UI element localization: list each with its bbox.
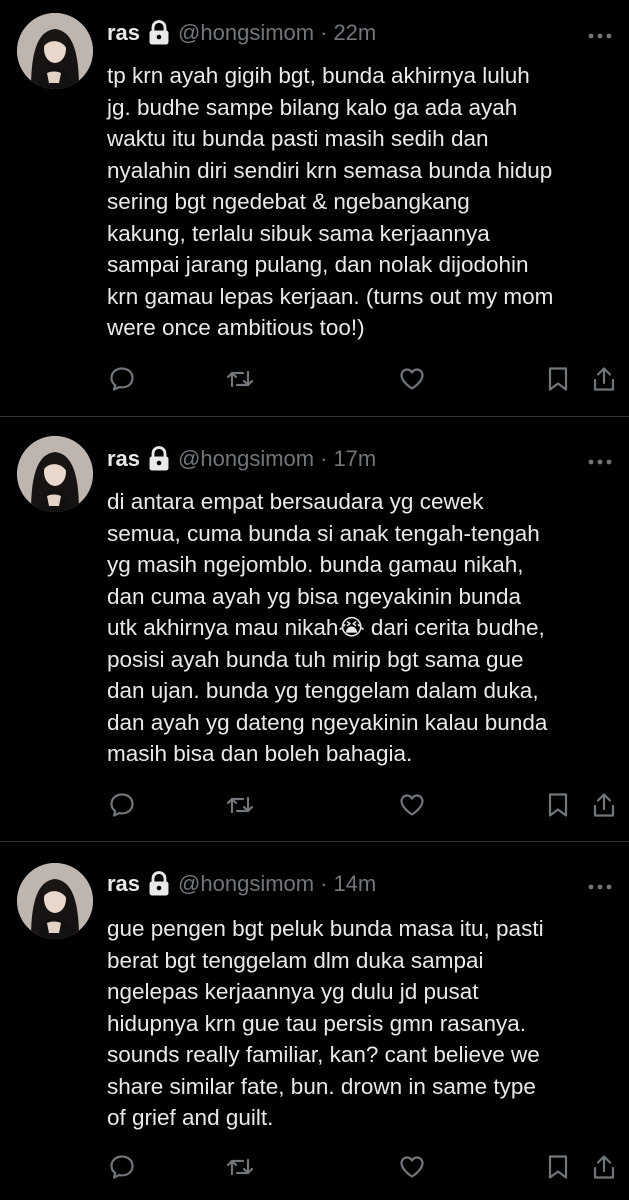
retweet-button[interactable] xyxy=(225,362,255,396)
heart-icon xyxy=(400,368,424,390)
bookmark-button[interactable] xyxy=(543,1150,573,1184)
lock-icon xyxy=(148,20,170,46)
tweet-header: ras @hongsimom · 17m xyxy=(107,439,376,479)
avatar[interactable] xyxy=(17,436,93,512)
reply-button[interactable] xyxy=(107,788,137,822)
share-button[interactable] xyxy=(589,362,619,396)
tweet-text: tp krn ayah gigih bgt, bunda akhirnya lu… xyxy=(107,63,554,340)
tweet-actions xyxy=(107,1150,617,1184)
reply-icon xyxy=(110,367,134,391)
divider xyxy=(0,416,629,417)
display-name[interactable]: ras xyxy=(107,871,140,897)
tweet-actions xyxy=(107,788,617,822)
divider xyxy=(0,841,629,842)
tweet-header: ras @hongsimom · 14m xyxy=(107,864,376,904)
more-icon[interactable] xyxy=(587,454,613,465)
tweet-header: ras @hongsimom · 22m xyxy=(107,13,376,53)
avatar-image xyxy=(17,13,93,89)
avatar[interactable] xyxy=(17,13,93,89)
share-icon xyxy=(593,1155,615,1179)
retweet-button[interactable] xyxy=(225,788,255,822)
bookmark-button[interactable] xyxy=(543,788,573,822)
avatar-image xyxy=(17,436,93,512)
lock-icon xyxy=(148,871,170,897)
heart-icon xyxy=(400,794,424,816)
bookmark-button[interactable] xyxy=(543,362,573,396)
retweet-icon xyxy=(226,370,254,388)
avatar[interactable] xyxy=(17,863,93,939)
separator-dot: · xyxy=(320,20,328,45)
reply-icon xyxy=(110,793,134,817)
display-name[interactable]: ras xyxy=(107,446,140,472)
user-handle[interactable]: @hongsimom xyxy=(178,446,314,472)
user-handle[interactable]: @hongsimom xyxy=(178,871,314,897)
bookmark-icon xyxy=(548,793,568,817)
tweet-text: di antara empat bersaudara yg cewek semu… xyxy=(107,489,548,766)
lock-icon xyxy=(148,446,170,472)
reply-icon xyxy=(110,1155,134,1179)
share-button[interactable] xyxy=(589,788,619,822)
heart-icon xyxy=(400,1156,424,1178)
retweet-button[interactable] xyxy=(225,1150,255,1184)
tweet-text: gue pengen bgt peluk bunda masa itu, pas… xyxy=(107,916,544,1130)
bookmark-icon xyxy=(548,1155,568,1179)
timestamp[interactable]: 17m xyxy=(333,446,376,472)
timestamp[interactable]: 14m xyxy=(333,871,376,897)
share-button[interactable] xyxy=(589,1150,619,1184)
retweet-icon xyxy=(226,796,254,814)
display-name[interactable]: ras xyxy=(107,20,140,46)
separator-dot: · xyxy=(320,446,328,471)
share-icon xyxy=(593,793,615,817)
more-icon[interactable] xyxy=(587,28,613,39)
reply-button[interactable] xyxy=(107,362,137,396)
timestamp[interactable]: 22m xyxy=(333,20,376,46)
avatar-image xyxy=(17,863,93,939)
bookmark-icon xyxy=(548,367,568,391)
like-button[interactable] xyxy=(397,362,427,396)
retweet-icon xyxy=(226,1158,254,1176)
separator-dot: · xyxy=(320,871,328,896)
user-handle[interactable]: @hongsimom xyxy=(178,20,314,46)
like-button[interactable] xyxy=(397,1150,427,1184)
more-icon[interactable] xyxy=(587,879,613,890)
share-icon xyxy=(593,367,615,391)
tweet-actions xyxy=(107,362,617,396)
like-button[interactable] xyxy=(397,788,427,822)
reply-button[interactable] xyxy=(107,1150,137,1184)
